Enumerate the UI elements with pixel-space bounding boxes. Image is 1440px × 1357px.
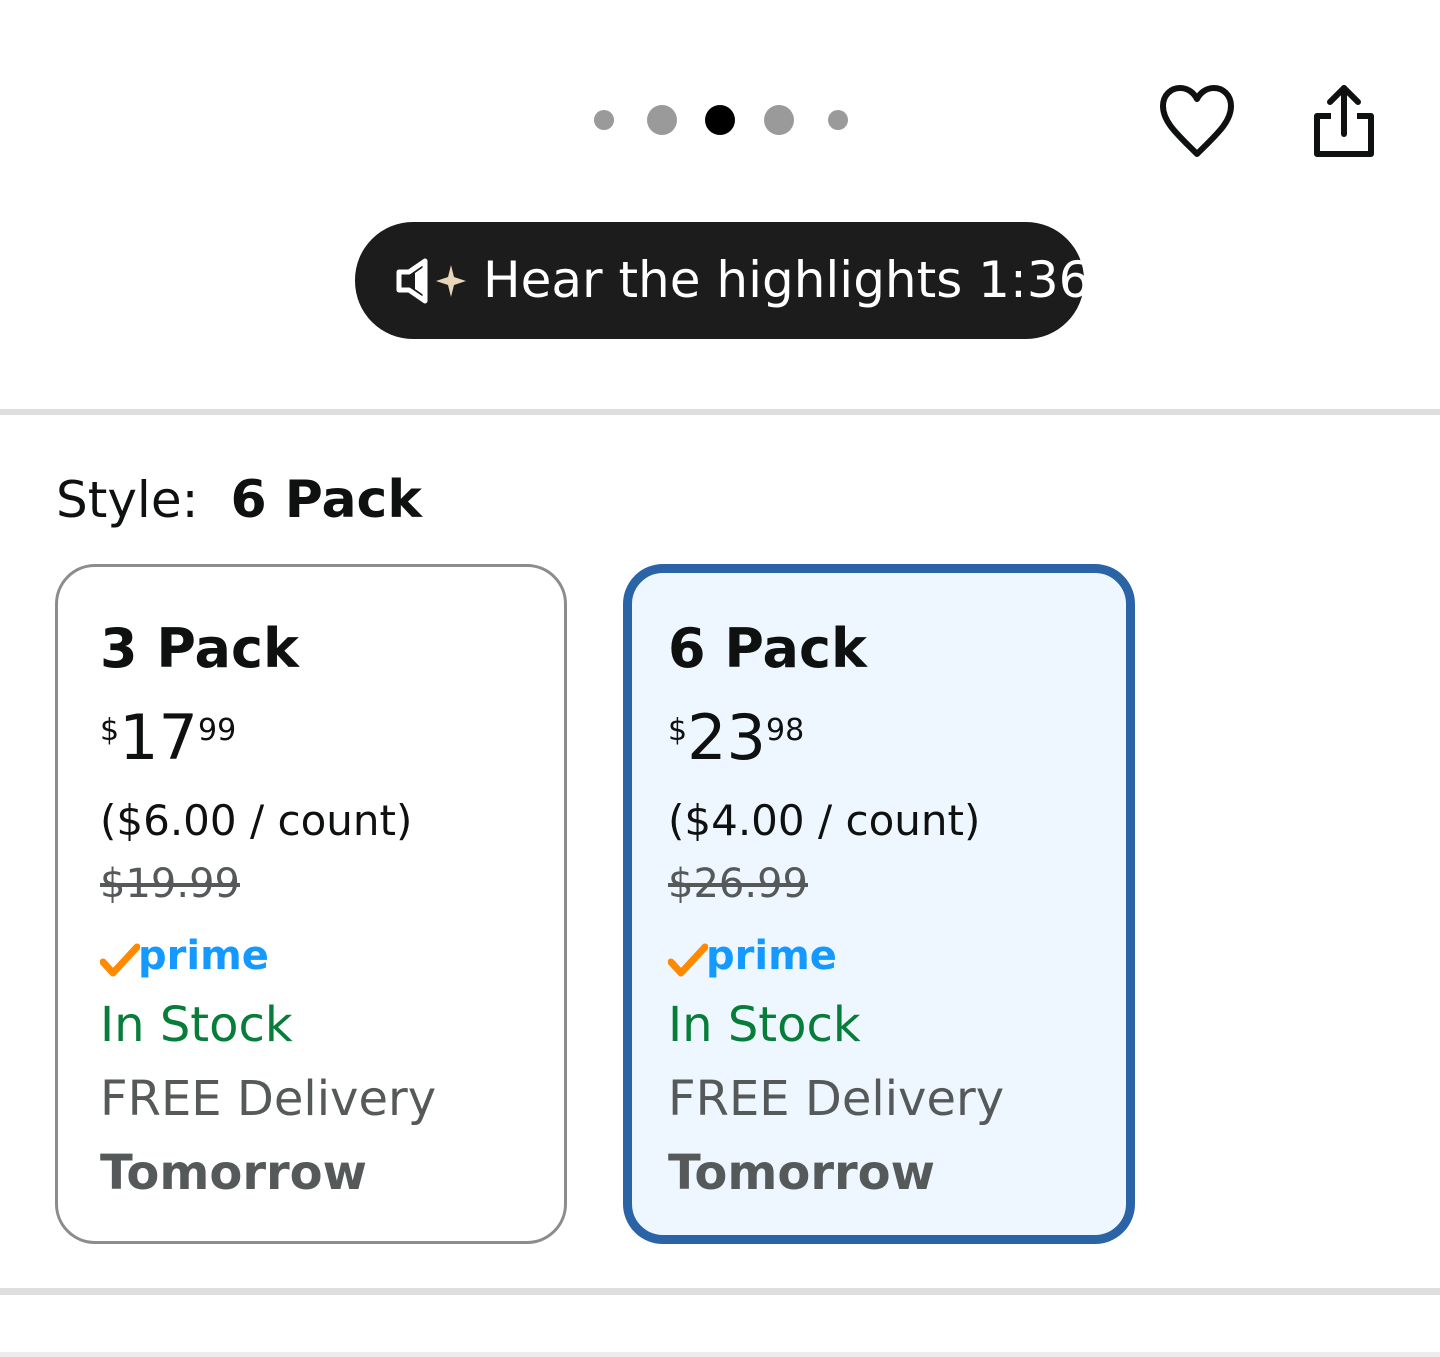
style-label: Style: bbox=[56, 471, 199, 529]
prime-check-icon bbox=[100, 943, 140, 977]
hear-highlights-button[interactable]: Hear the highlights 1:36 bbox=[355, 222, 1090, 339]
delivery-day: Tomorrow bbox=[100, 1145, 367, 1201]
option-title: 6 Pack bbox=[668, 617, 867, 680]
option-price: $2398 bbox=[668, 705, 804, 771]
prime-label: prime bbox=[138, 933, 269, 979]
share-button[interactable] bbox=[1303, 82, 1383, 162]
carousel-dot[interactable] bbox=[828, 110, 848, 130]
price-fraction: 99 bbox=[198, 713, 237, 748]
prime-badge: prime bbox=[668, 933, 837, 985]
price-fraction: 98 bbox=[766, 713, 805, 748]
unit-price: ($4.00 / count) bbox=[668, 796, 981, 845]
unit-price: ($6.00 / count) bbox=[100, 796, 413, 845]
price-whole: 17 bbox=[119, 701, 198, 774]
style-selector-heading: Style: 6 Pack bbox=[56, 466, 422, 533]
carousel-dot[interactable] bbox=[647, 105, 677, 135]
delivery-text: FREE Delivery bbox=[100, 1071, 437, 1127]
share-icon bbox=[1314, 85, 1374, 157]
availability: In Stock bbox=[668, 997, 861, 1053]
prime-label: prime bbox=[706, 933, 837, 979]
section-divider bbox=[0, 409, 1440, 415]
carousel-dot[interactable] bbox=[594, 110, 614, 130]
style-option-3-pack[interactable]: 3 Pack $1799 ($6.00 / count) $19.99 prim… bbox=[55, 564, 567, 1244]
prime-badge: prime bbox=[100, 933, 269, 985]
prime-check-icon bbox=[668, 943, 708, 977]
delivery-day: Tomorrow bbox=[668, 1145, 935, 1201]
availability: In Stock bbox=[100, 997, 293, 1053]
style-option-6-pack[interactable]: 6 Pack $2398 ($4.00 / count) $26.99 prim… bbox=[623, 564, 1135, 1244]
option-price: $1799 bbox=[100, 705, 236, 771]
carousel-dot-active[interactable] bbox=[705, 105, 735, 135]
heart-icon bbox=[1160, 85, 1234, 157]
style-value: 6 Pack bbox=[230, 470, 422, 530]
speaker-sparkle-icon bbox=[396, 258, 466, 304]
section-divider bbox=[0, 1288, 1440, 1295]
wishlist-button[interactable] bbox=[1157, 82, 1237, 162]
price-symbol: $ bbox=[100, 713, 120, 748]
list-price: $26.99 bbox=[668, 861, 808, 907]
price-whole: 23 bbox=[687, 701, 766, 774]
price-symbol: $ bbox=[668, 713, 688, 748]
carousel-dot[interactable] bbox=[764, 105, 794, 135]
section-divider bbox=[0, 1352, 1440, 1357]
delivery-text: FREE Delivery bbox=[668, 1071, 1005, 1127]
hear-highlights-label: Hear the highlights 1:36 bbox=[483, 251, 1091, 309]
option-title: 3 Pack bbox=[100, 617, 299, 680]
list-price: $19.99 bbox=[100, 861, 240, 907]
